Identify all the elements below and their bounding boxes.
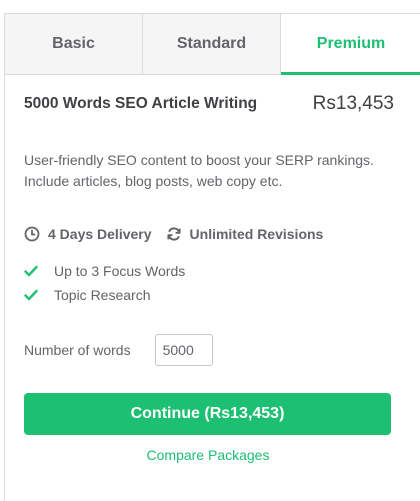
package-header: 5000 Words SEO Article Writing Rs13,453 <box>24 93 394 115</box>
revisions-info: Unlimited Revisions <box>166 226 324 242</box>
words-input[interactable] <box>154 334 213 366</box>
check-icon <box>24 265 42 277</box>
words-label: Number of words <box>24 342 131 358</box>
revisions-text: Unlimited Revisions <box>189 226 324 242</box>
check-icon <box>24 289 42 301</box>
clock-icon <box>24 226 40 242</box>
compare-packages-link[interactable]: Compare Packages <box>0 447 416 463</box>
delivery-text: 4 Days Delivery <box>48 226 152 242</box>
refresh-icon <box>166 227 181 241</box>
package-description: User-friendly SEO content to boost your … <box>24 152 374 189</box>
tab-basic[interactable]: Basic <box>5 14 143 74</box>
feature-item: Topic Research <box>24 283 185 307</box>
tab-standard[interactable]: Standard <box>143 14 281 74</box>
tab-premium[interactable]: Premium <box>281 14 420 75</box>
feature-label: Up to 3 Focus Words <box>54 263 186 279</box>
words-selector: Number of words <box>24 334 213 366</box>
package-title: 5000 Words SEO Article Writing <box>24 95 258 112</box>
package-meta: 4 Days Delivery Unlimited Revisions <box>24 226 337 242</box>
package-price: Rs13,453 <box>312 93 394 114</box>
feature-label: Topic Research <box>54 287 151 303</box>
feature-item: Up to 3 Focus Words <box>24 259 185 283</box>
delivery-info: 4 Days Delivery <box>24 226 152 242</box>
package-tabs: Basic Standard Premium <box>5 14 420 75</box>
continue-button[interactable]: Continue (Rs13,453) <box>24 393 391 435</box>
feature-list: Up to 3 Focus Words Topic Research <box>24 259 185 307</box>
